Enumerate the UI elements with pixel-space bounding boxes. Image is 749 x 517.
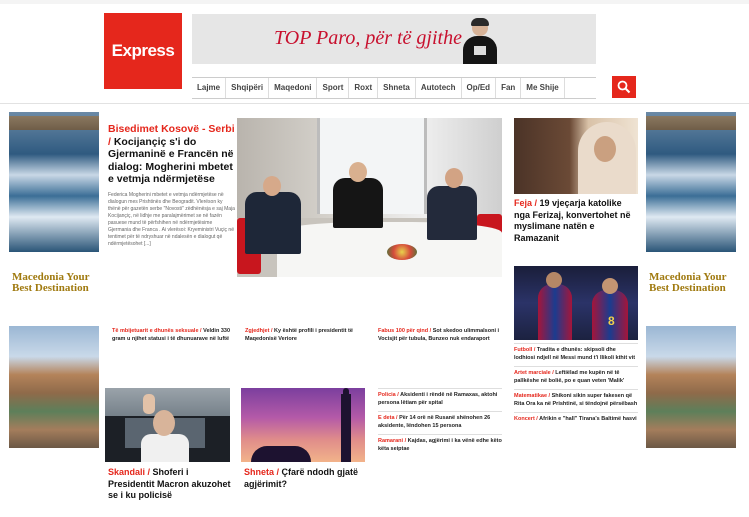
list-item[interactable]: Matematikae / Shikoni sikin super fakese… [514, 389, 638, 412]
item-category: Ramarani [378, 438, 404, 444]
nav-item-maqedoni[interactable]: Maqedoni [269, 78, 318, 98]
lead-headline[interactable]: Bisedimet Kosovë - Serbi / Kocijançiç s'… [108, 123, 236, 186]
nav-item-roxt[interactable]: Roxt [349, 78, 379, 98]
nav-item-lajme[interactable]: Lajme [192, 78, 227, 98]
item-category: Policia [378, 392, 396, 398]
nav-item-me-shije[interactable]: Me Shije [521, 78, 565, 98]
card-category: Skandali [108, 467, 146, 477]
top-banner-ad[interactable]: TOP Paro, për të gjithe [192, 14, 596, 64]
nav-item-fan[interactable]: Fan [496, 78, 522, 98]
nav-item-shqiperi[interactable]: Shqipëri [226, 78, 270, 98]
list-item[interactable]: Ramarani / Kajdas, agjërimi i ka vënë ed… [378, 434, 502, 457]
category-separator: / [145, 467, 153, 477]
mid-headline[interactable]: Fabus 100 për qind / Sot skedoo ulimmals… [378, 328, 504, 343]
right-side-ad[interactable]: Macedonia Your Best Destination [646, 112, 736, 448]
list-item[interactable]: Koncert / Afrikin e "hall" Tirana's Balt… [514, 412, 638, 428]
ad-city-image [9, 326, 99, 448]
feja-headline[interactable]: Feja / 19 vjeçarja katolike nga Ferizaj,… [514, 198, 638, 244]
feja-photo[interactable] [514, 118, 638, 194]
banner-person-image [460, 18, 500, 64]
item-category: Fabus 100 për qind [378, 328, 429, 334]
item-category: Matematikae [514, 393, 548, 399]
item-category: Zgjedhjet [245, 328, 270, 334]
lead-article[interactable]: Bisedimet Kosovë - Serbi / Kocijançiç s'… [108, 123, 236, 248]
nav-item-autotech[interactable]: Autotech [416, 78, 462, 98]
list-item[interactable]: Futboll / Tradita e dhunës: skipsoli dhe… [514, 343, 638, 366]
lead-photo[interactable] [237, 118, 502, 277]
category-separator: / [274, 467, 282, 477]
mid-headline[interactable]: Zgjedhjet / Ky është profili i president… [245, 328, 371, 343]
banner-text: TOP Paro, për të gjithe [274, 27, 462, 49]
ad-waterfall-image [9, 112, 99, 252]
search-icon [617, 80, 631, 94]
item-category: Futboll [514, 347, 533, 353]
nav-item-sport[interactable]: Sport [317, 78, 350, 98]
site-logo[interactable]: Express [104, 13, 182, 89]
jersey-number: 8 [608, 314, 615, 328]
mid-headlines: Të mbijetuarit e dhunës seksuale / Veldi… [108, 328, 502, 376]
ad-waterfall-image [646, 112, 736, 252]
item-category: E deta [378, 415, 395, 421]
list-item[interactable]: E deta / Për 14 orë në Rusanë shënohen 2… [378, 411, 502, 434]
center-news-list: Policia / Aksidenti i rëndë në Ramaxas, … [378, 388, 502, 457]
story-category: Feja [514, 198, 533, 208]
list-item[interactable]: Artet marciale / Leftiëlad me kupën në t… [514, 366, 638, 389]
football-photo[interactable]: 8 [514, 266, 638, 340]
card-headline[interactable]: Skandali / Shoferi i Presidentit Macron … [108, 467, 234, 502]
macron-driver-photo[interactable] [105, 388, 230, 462]
ad-bridge-image [646, 116, 736, 130]
lead-title: Kocijançiç s'i do Gjermaninë e Francën n… [108, 135, 234, 186]
nav-item-oped[interactable]: Op/Ed [462, 78, 497, 98]
right-news-list: Futboll / Tradita e dhunës: skipsoli dhe… [514, 343, 638, 428]
lead-category: Bisedimet Kosovë - Serbi [108, 123, 235, 135]
item-category: Koncert [514, 416, 535, 422]
ad-city-image [646, 326, 736, 448]
nav-item-shneta[interactable]: Shneta [378, 78, 416, 98]
item-category: Artet marciale [514, 370, 551, 376]
ad-bridge-image [9, 116, 99, 130]
header-divider [0, 103, 749, 104]
mid-headline[interactable]: Të mbijetuarit e dhunës seksuale / Veldi… [112, 328, 238, 343]
search-button[interactable] [612, 76, 636, 98]
lead-summary: Federica Mogherini mbetet e vetmja ndërm… [108, 191, 235, 247]
main-nav: Lajme Shqipëri Maqedoni Sport Roxt Shnet… [192, 77, 596, 99]
logo-text: Express [111, 41, 175, 60]
left-side-ad[interactable]: Macedonia Your Best Destination [9, 112, 99, 448]
card-category: Shneta [244, 467, 275, 477]
ad-title: Macedonia Your Best Destination [12, 271, 90, 294]
item-title: Afrikin e "hall" Tirana's Baltimë hasvi [539, 416, 637, 422]
mosque-photo[interactable] [241, 388, 365, 462]
list-item[interactable]: Policia / Aksidenti i rëndë në Ramaxas, … [378, 388, 502, 411]
top-strip [0, 0, 749, 4]
ad-title: Macedonia Your Best Destination [649, 271, 727, 294]
card-headline[interactable]: Shneta / Çfarë ndodh gjatë agjërimit? [244, 467, 370, 490]
item-category: Të mbijetuarit e dhunës seksuale [112, 328, 199, 334]
category-separator: / [532, 198, 540, 208]
